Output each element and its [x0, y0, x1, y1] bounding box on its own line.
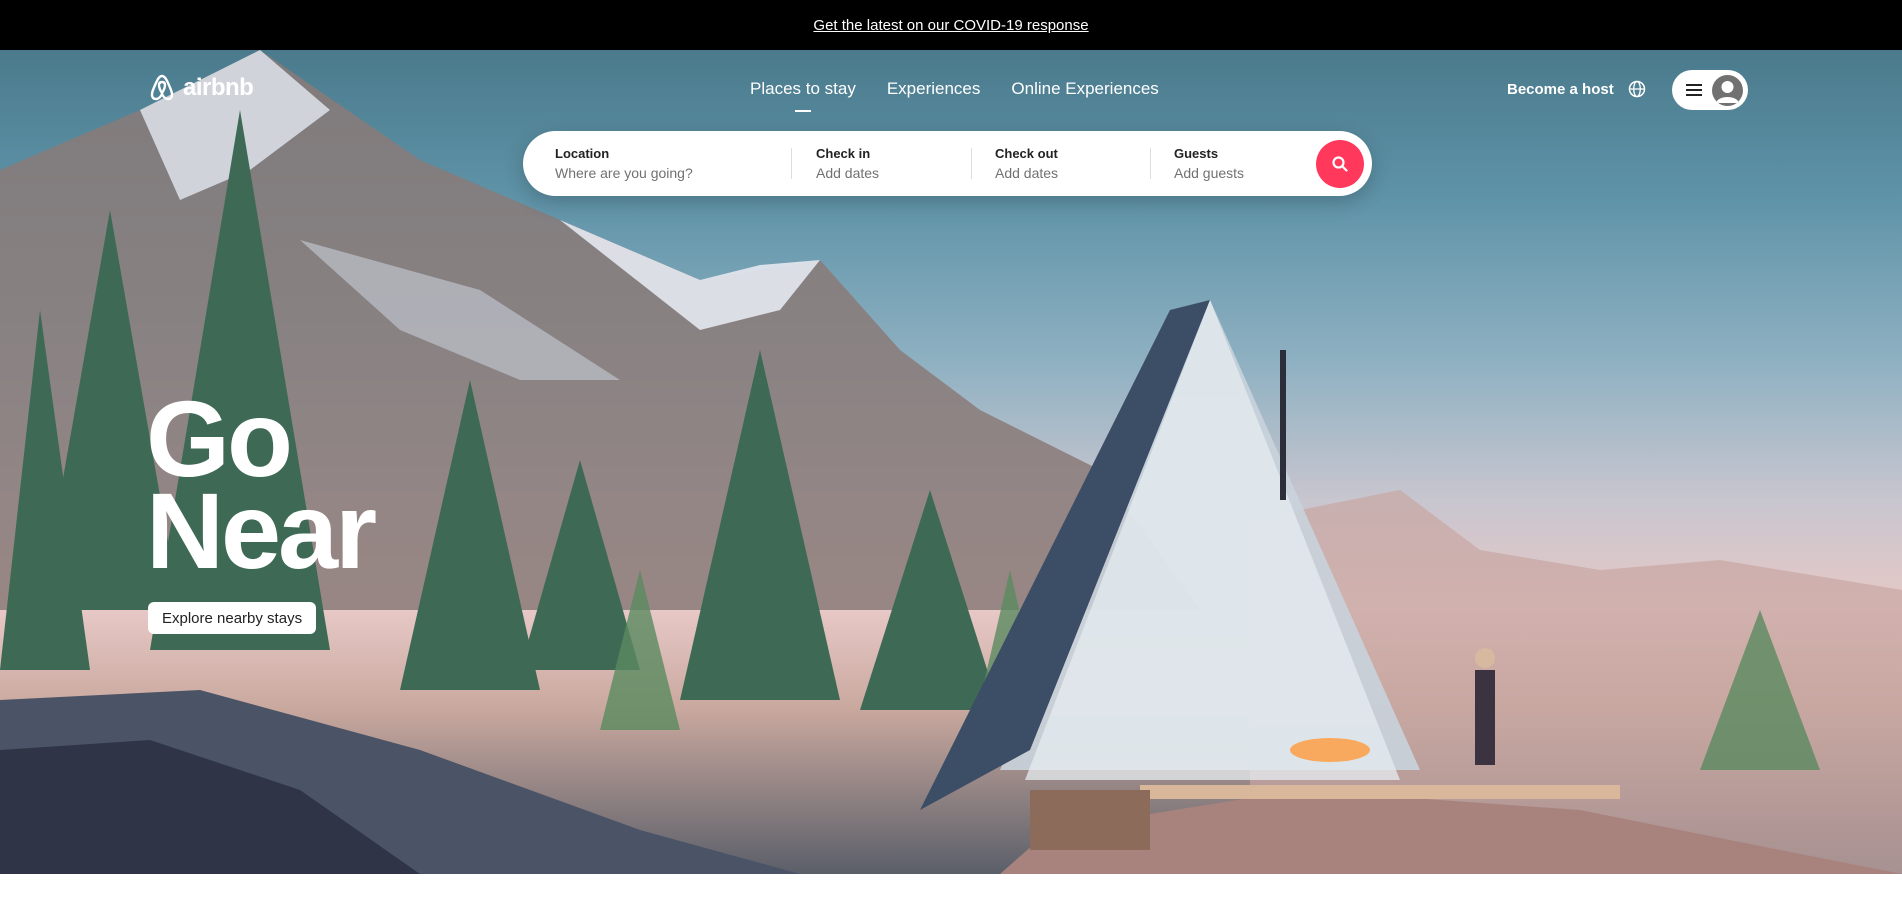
covid-response-link[interactable]: Get the latest on our COVID-19 response: [813, 17, 1088, 34]
become-a-host-link[interactable]: Become a host: [1507, 81, 1614, 98]
tab-online-experiences[interactable]: Online Experiences: [1011, 79, 1158, 99]
location-field[interactable]: Location Where are you going?: [555, 131, 785, 196]
user-avatar-icon: [1712, 74, 1743, 106]
check-out-label: Check out: [995, 146, 1058, 161]
covid-banner: Get the latest on our COVID-19 response: [0, 0, 1902, 50]
hero-headline: Go Near: [146, 385, 377, 591]
hero-headline-line2: Near: [146, 470, 377, 591]
logo-wordmark: airbnb: [183, 74, 254, 101]
check-in-field[interactable]: Check in Add dates: [816, 131, 966, 196]
check-out-value: Add dates: [995, 165, 1059, 181]
user-menu-button[interactable]: [1672, 70, 1748, 110]
tab-experiences[interactable]: Experiences: [887, 79, 981, 99]
guests-label: Guests: [1174, 146, 1219, 161]
hero-section: airbnb Places to stay Experiences Online…: [0, 50, 1902, 874]
check-in-label: Check in: [816, 146, 871, 161]
explore-nearby-stays-button[interactable]: Explore nearby stays: [148, 602, 317, 634]
search-button[interactable]: [1316, 140, 1364, 188]
airbnb-belo-icon: [150, 74, 174, 101]
guests-field[interactable]: Guests Add guests: [1174, 131, 1304, 196]
check-out-field[interactable]: Check out Add dates: [995, 131, 1145, 196]
search-divider: [1150, 148, 1151, 179]
tab-places-to-stay[interactable]: Places to stay: [750, 79, 856, 99]
search-divider: [791, 148, 792, 179]
location-label: Location: [555, 146, 610, 161]
search-bar: Location Where are you going? Check in A…: [523, 131, 1372, 196]
location-input[interactable]: Where are you going?: [555, 165, 785, 181]
guests-value: Add guests: [1174, 165, 1245, 181]
globe-icon[interactable]: [1628, 80, 1646, 98]
main-nav: Places to stay Experiences Online Experi…: [750, 79, 1159, 99]
hamburger-icon: [1686, 84, 1702, 96]
check-in-value: Add dates: [816, 165, 880, 181]
search-divider: [971, 148, 972, 179]
airbnb-logo[interactable]: airbnb: [147, 72, 254, 104]
search-icon: [1332, 156, 1348, 172]
